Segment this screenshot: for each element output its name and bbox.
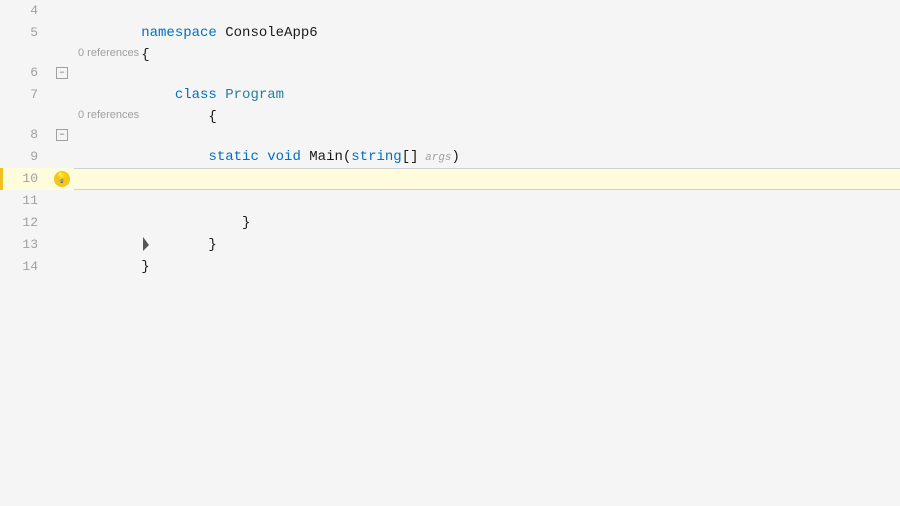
line-number-10: 10 xyxy=(0,168,50,190)
code-line-9: 9 { xyxy=(0,146,900,168)
gutter-4 xyxy=(50,0,74,22)
line-number-11: 11 xyxy=(0,190,50,212)
gutter-6[interactable]: − xyxy=(50,62,74,84)
code-line-7: 7 { xyxy=(0,84,900,106)
lightbulb-icon[interactable]: 💡 xyxy=(54,171,70,187)
code-line-14: 14 xyxy=(0,256,900,278)
line-number-13: 13 xyxy=(0,234,50,256)
gutter-5 xyxy=(50,22,74,44)
gutter-10[interactable]: 💡 xyxy=(50,168,74,190)
line-content-11: } xyxy=(74,190,900,212)
line-number-8: 8 xyxy=(0,124,50,146)
line-number-4: 4 xyxy=(0,0,50,22)
line-number-7: 7 xyxy=(0,84,50,106)
gutter-7 xyxy=(50,84,74,106)
gutter-14 xyxy=(50,256,74,278)
divider-top xyxy=(74,168,900,169)
line-content-10[interactable] xyxy=(74,168,900,190)
gutter-8[interactable]: − xyxy=(50,124,74,146)
line-content-9: { xyxy=(74,146,900,168)
gutter-12 xyxy=(50,212,74,234)
collapse-method-button[interactable]: − xyxy=(56,129,68,141)
line-content-12: } xyxy=(74,212,900,234)
brace-open-class: { xyxy=(141,109,217,125)
line-number-14: 14 xyxy=(0,256,50,278)
gutter-9 xyxy=(50,146,74,168)
line-number-5: 5 xyxy=(0,22,50,44)
line-10-border-indicator xyxy=(0,168,3,190)
code-line-11: 11 } xyxy=(0,190,900,212)
line-number-6: 6 xyxy=(0,62,50,84)
line-content-7: { xyxy=(74,84,900,106)
line-content-4: namespace ConsoleApp6 xyxy=(74,0,900,22)
line-content-5: { xyxy=(74,22,900,44)
line-content-8: static void Main(string[] args) xyxy=(74,124,900,146)
code-line-8: 8 − static void Main(string[] args) xyxy=(0,124,900,146)
line-content-14 xyxy=(74,256,900,278)
code-line-12: 12 } xyxy=(0,212,900,234)
line-number-9: 9 xyxy=(0,146,50,168)
code-editor[interactable]: 4 namespace ConsoleApp6 5 { 0 references… xyxy=(0,0,900,506)
code-line-5: 5 { xyxy=(0,22,900,44)
code-line-6: 6 − class Program xyxy=(0,62,900,84)
gutter-11 xyxy=(50,190,74,212)
line-number-12: 12 xyxy=(0,212,50,234)
line-content-13: } xyxy=(74,234,900,256)
line-content-6: class Program xyxy=(74,62,900,84)
code-line-13: 13 } xyxy=(0,234,900,256)
collapse-class-button[interactable]: − xyxy=(56,67,68,79)
brace-open-ns: { xyxy=(141,47,149,63)
code-line-10: 10 💡 xyxy=(0,168,900,190)
gutter-13 xyxy=(50,234,74,256)
code-line-4: 4 namespace ConsoleApp6 xyxy=(0,0,900,22)
